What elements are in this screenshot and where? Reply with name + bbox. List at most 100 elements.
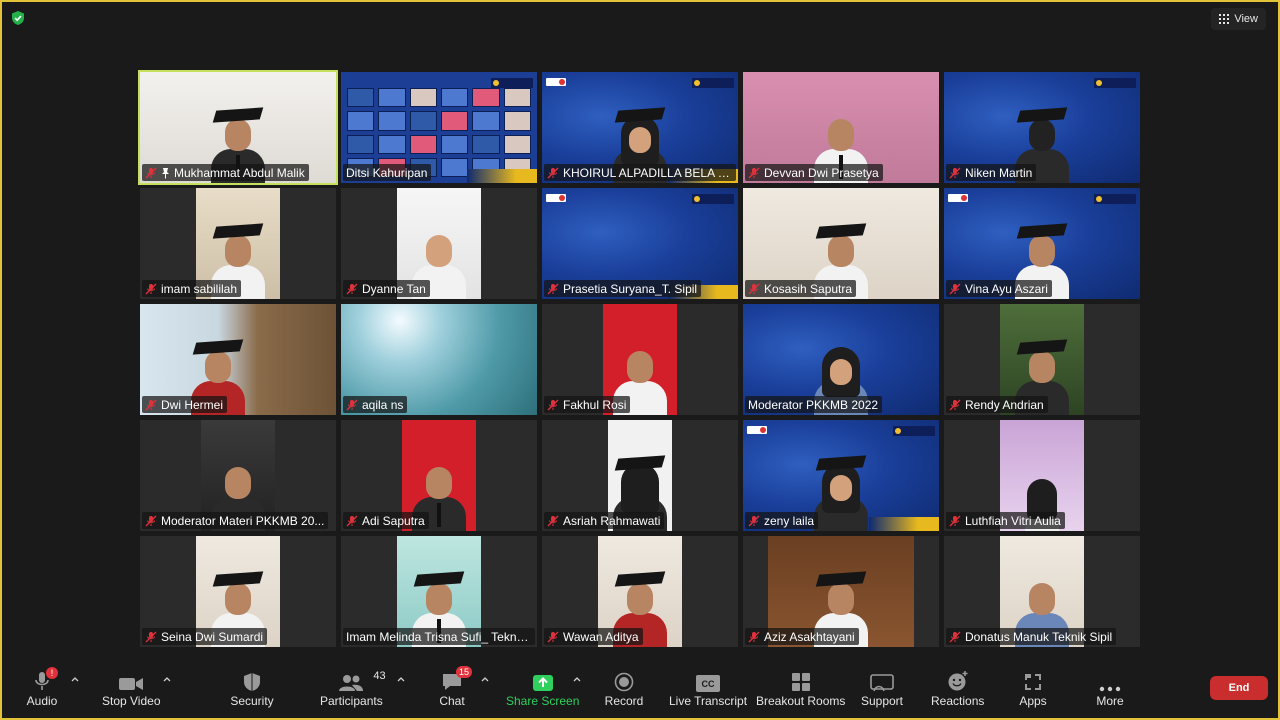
end-meeting-button[interactable]: End [1210, 676, 1268, 700]
video-tile[interactable]: aqila ns [341, 304, 537, 415]
video-tile[interactable]: Luthfiah Vitri Aulia [944, 420, 1140, 531]
video-tile[interactable]: Dwi Hermei [140, 304, 336, 415]
video-icon-wrap [109, 664, 153, 694]
stop-video-button[interactable]: Stop Video [102, 664, 161, 718]
video-tile[interactable]: Aziz Asakhtayani [743, 536, 939, 647]
event-logo [692, 78, 734, 88]
view-button[interactable]: View [1211, 8, 1266, 30]
chat-button[interactable]: 15 Chat [430, 664, 474, 718]
participant-name: Aziz Asakhtayani [764, 629, 855, 644]
name-tag: Fakhul Rosi [544, 396, 631, 413]
live-transcript-button[interactable]: CC Live Transcript [669, 664, 747, 718]
breakout-rooms-button[interactable]: Breakout Rooms [756, 664, 845, 718]
participants-label: Participants [320, 694, 383, 708]
participants-button[interactable]: 43 Participants [320, 664, 386, 718]
event-logo [1094, 194, 1136, 204]
name-tag: zeny laila [745, 512, 819, 529]
chat-options-chevron-icon[interactable] [480, 674, 490, 684]
video-tile[interactable]: KHOIRUL ALPADILLA BELA WA... [542, 72, 738, 183]
shield-icon [244, 673, 260, 691]
name-tag: Luthfiah Vitri Aulia [946, 512, 1065, 529]
video-tile[interactable]: imam sabililah [140, 188, 336, 299]
video-tile[interactable]: Fakhul Rosi [542, 304, 738, 415]
share-screen-button[interactable]: Share Screen [506, 664, 579, 718]
record-button[interactable]: Record [602, 664, 646, 718]
video-tile[interactable]: Moderator PKKMB 2022 [743, 304, 939, 415]
participant-count: 43 [373, 670, 386, 682]
reactions-button[interactable]: Reactions [931, 664, 984, 718]
participant-name: zeny laila [764, 513, 815, 528]
muted-mic-icon [949, 631, 961, 642]
video-tile[interactable]: Adi Saputra [341, 420, 537, 531]
more-label: More [1096, 694, 1124, 708]
video-tile[interactable]: Mukhammat Abdul Malik [138, 70, 338, 185]
video-tile[interactable]: Dyanne Tan [341, 188, 537, 299]
support-button[interactable]: Support [860, 664, 904, 718]
live-badge-icon [747, 426, 767, 434]
name-tag: Dyanne Tan [343, 280, 430, 297]
name-tag: Dwi Hermei [142, 396, 228, 413]
video-options-chevron-icon[interactable] [162, 674, 172, 684]
transcript-icon-wrap: CC [686, 664, 730, 694]
participant-name: Vina Ayu Aszari [965, 281, 1048, 296]
participant-name: Kosasih Saputra [764, 281, 853, 296]
video-tile[interactable]: Seina Dwi Sumardi [140, 536, 336, 647]
apps-icon-wrap [1011, 664, 1055, 694]
name-tag: Wawan Aditya [544, 628, 643, 645]
name-tag: KHOIRUL ALPADILLA BELA WA... [544, 164, 736, 181]
chat-icon-wrap: 15 [430, 664, 474, 694]
encryption-shield-icon[interactable] [10, 10, 26, 26]
audio-icon-wrap: ! [20, 664, 64, 694]
apps-label: Apps [1019, 694, 1047, 708]
more-button[interactable]: More [1088, 664, 1132, 718]
event-logo [893, 426, 935, 436]
name-tag: Asriah Rahmawati [544, 512, 665, 529]
video-tile[interactable]: Imam Melinda Trisna Sufi_ Teknik... [341, 536, 537, 647]
video-tile[interactable]: Kosasih Saputra [743, 188, 939, 299]
video-tile[interactable]: Prasetia Suryana_T. Sipil [542, 188, 738, 299]
video-tile[interactable]: Niken Martin [944, 72, 1140, 183]
security-button[interactable]: Security [230, 664, 274, 718]
video-tile[interactable]: Ditsi Kahuripan [341, 72, 537, 183]
decorative-strip [467, 169, 537, 183]
video-tile[interactable]: Wawan Aditya [542, 536, 738, 647]
reactions-label: Reactions [931, 694, 985, 708]
participants-options-chevron-icon[interactable] [396, 674, 406, 684]
participant-name: Wawan Aditya [563, 629, 639, 644]
top-bar: View [0, 0, 1280, 38]
apps-button[interactable]: Apps [1011, 664, 1055, 718]
audio-options-chevron-icon[interactable] [70, 674, 80, 684]
muted-mic-icon [145, 283, 157, 294]
breakout-grid-icon [791, 673, 810, 691]
participant-name: imam sabililah [161, 281, 238, 296]
share-options-chevron-icon[interactable] [572, 674, 582, 684]
name-tag: Rendy Andrian [946, 396, 1048, 413]
video-tile[interactable]: Asriah Rahmawati [542, 420, 738, 531]
end-label: End [1228, 682, 1250, 694]
remote-support-icon [870, 674, 894, 692]
smiley-icon [948, 671, 968, 691]
participant-name: Moderator Materi PKKMB 20... [161, 513, 325, 528]
share-icon-wrap [521, 664, 565, 694]
participant-name: Ditsi Kahuripan [346, 165, 428, 180]
video-tile[interactable]: zeny laila [743, 420, 939, 531]
participant-name: Donatus Manuk Teknik Sipil [965, 629, 1113, 644]
participant-name: Asriah Rahmawati [563, 513, 661, 528]
participant-name: Niken Martin [965, 165, 1033, 180]
video-tile[interactable]: Rendy Andrian [944, 304, 1140, 415]
chat-label: Chat [439, 694, 465, 708]
participant-name: Rendy Andrian [965, 397, 1044, 412]
video-tile[interactable]: Devvan Dwi Prasetya [743, 72, 939, 183]
video-tile[interactable]: Moderator Materi PKKMB 20... [140, 420, 336, 531]
more-icon-wrap [1088, 664, 1132, 694]
security-icon-wrap [230, 664, 274, 694]
video-tile[interactable]: Donatus Manuk Teknik Sipil [944, 536, 1140, 647]
participant-name: Imam Melinda Trisna Sufi_ Teknik... [346, 629, 531, 644]
name-tag: Imam Melinda Trisna Sufi_ Teknik... [343, 628, 535, 645]
video-tile[interactable]: Vina Ayu Aszari [944, 188, 1140, 299]
participant-name: aqila ns [362, 397, 404, 412]
audio-button[interactable]: ! Audio [20, 664, 64, 718]
muted-mic-icon [748, 631, 760, 642]
breakout-icon-wrap [779, 664, 823, 694]
muted-mic-icon [145, 167, 157, 178]
